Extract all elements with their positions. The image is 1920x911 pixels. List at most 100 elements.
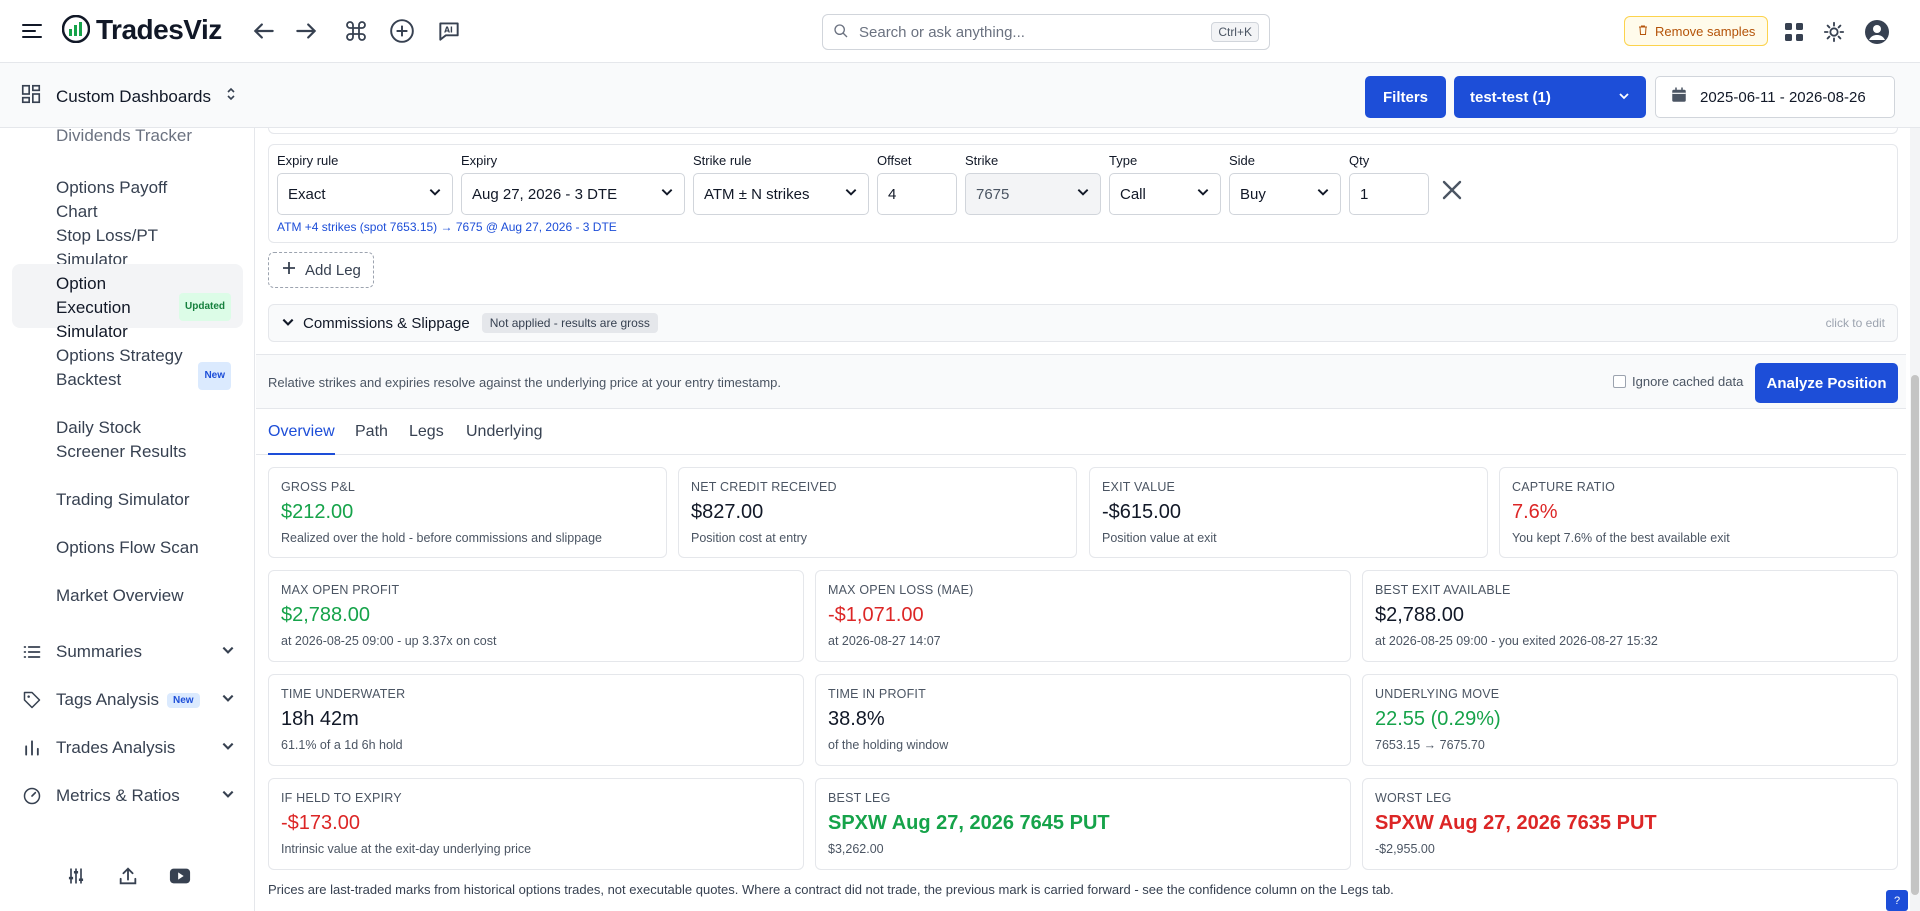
hamburger-menu-icon[interactable] [20, 19, 44, 43]
card-subtext: Position cost at entry [691, 531, 808, 545]
date-range-picker[interactable]: 2025-06-11 - 2026-08-26 [1655, 76, 1895, 118]
ai-chat-icon[interactable]: AI [435, 17, 463, 45]
remove-samples-button[interactable]: Remove samples [1624, 16, 1769, 46]
remove-leg-close-icon[interactable] [1437, 175, 1467, 205]
card-value: SPXW Aug 27, 2026 7645 PUT [828, 812, 1110, 834]
gauge-icon [20, 784, 44, 808]
checkbox-box[interactable] [1613, 375, 1626, 388]
card-subtext: at 2026-08-25 09:00 - up 3.37x on cost [281, 634, 497, 648]
back-arrow-icon[interactable] [250, 17, 278, 45]
dashboard-grid-icon [20, 83, 42, 110]
exit-value-card: EXIT VALUE -$615.00 Position value at ex… [1089, 467, 1488, 558]
apps-grid-icon[interactable] [1781, 19, 1807, 45]
chevron-down-icon [1196, 185, 1210, 203]
max-open-profit-card: MAX OPEN PROFIT $2,788.00 at 2026-08-25 … [268, 570, 804, 662]
sidebar-group-label: Tags Analysis [56, 690, 159, 709]
qty-input[interactable]: 1 [1349, 173, 1429, 215]
sidebar-item-dividends-tracker[interactable]: Dividends Tracker [12, 128, 243, 148]
theme-sun-icon[interactable] [1821, 19, 1847, 45]
ignore-cache-checkbox[interactable]: Ignore cached data [1613, 374, 1743, 389]
sidebar-item-label: Market Overview [56, 586, 184, 605]
trash-icon [1637, 24, 1649, 39]
updated-badge: Updated [179, 293, 231, 321]
card-value: $2,788.00 [1375, 604, 1464, 626]
help-icon[interactable]: ? [1886, 890, 1908, 911]
scrollbar-thumb[interactable] [1911, 375, 1919, 895]
add-leg-button[interactable]: Add Leg [268, 252, 374, 288]
logo[interactable]: TradesViz [61, 14, 222, 46]
gross-pnl-card: GROSS P&L $212.00 Realized over the hold… [268, 467, 667, 558]
settings-sliders-icon[interactable] [64, 864, 88, 888]
card-label: BEST LEG [828, 791, 891, 805]
card-value: 7.6% [1512, 501, 1558, 523]
calendar-icon [1670, 86, 1688, 108]
commissions-edit-hint: click to edit [1825, 316, 1885, 330]
search-input[interactable]: Search or ask anything... Ctrl+K [822, 14, 1270, 50]
search-icon [833, 23, 849, 42]
expiry-rule-select[interactable]: Exact [277, 173, 453, 215]
offset-input[interactable]: 4 [877, 173, 957, 215]
tab-overview[interactable]: Overview [268, 423, 335, 455]
date-range-value: 2025-06-11 - 2026-08-26 [1700, 88, 1866, 106]
card-value: SPXW Aug 27, 2026 7635 PUT [1375, 812, 1657, 834]
side-label: Side [1229, 153, 1256, 168]
upload-icon[interactable] [116, 864, 140, 888]
time-in-profit-card: TIME IN PROFIT 38.8% of the holding wind… [815, 674, 1351, 766]
sidebar-item-options-flow-scan[interactable]: Options Flow Scan [12, 536, 243, 560]
search-placeholder: Search or ask anything... [859, 23, 1025, 41]
offset-value: 4 [888, 185, 897, 203]
chevron-down-icon [1618, 89, 1630, 106]
add-circle-icon[interactable] [388, 17, 416, 45]
account-selector[interactable]: test-test (1) [1454, 76, 1646, 118]
card-label: MAX OPEN PROFIT [281, 583, 400, 597]
section-edge [268, 128, 1898, 134]
sidebar-group-tags-analysis[interactable]: Tags Analysis New [20, 685, 235, 715]
analyze-position-button[interactable]: Analyze Position [1755, 363, 1898, 403]
card-subtext: $3,262.00 [828, 842, 884, 856]
side-value: Buy [1240, 185, 1266, 203]
best-exit-card: BEST EXIT AVAILABLE $2,788.00 at 2026-08… [1362, 570, 1898, 662]
strike-value: 7675 [976, 185, 1010, 203]
strike-rule-select[interactable]: ATM ± N strikes [693, 173, 869, 215]
sidebar-group-summaries[interactable]: Summaries [20, 637, 235, 667]
forward-arrow-icon[interactable] [292, 17, 320, 45]
plus-icon [281, 260, 297, 280]
tab-path[interactable]: Path [355, 423, 388, 453]
logo-text: TradesViz [96, 14, 222, 45]
dashboard-selector[interactable]: Custom Dashboards [20, 83, 237, 110]
card-label: IF HELD TO EXPIRY [281, 791, 402, 805]
svg-text:AI: AI [444, 26, 453, 35]
tag-icon [20, 688, 44, 712]
card-subtext: Intrinsic value at the exit-day underlyi… [281, 842, 532, 856]
chevron-down-icon [221, 786, 235, 806]
sidebar-item-market-overview[interactable]: Market Overview [12, 584, 243, 608]
command-icon[interactable] [342, 17, 370, 45]
sidebar-item-option-execution-simulator[interactable]: Option Execution Simulator Updated [12, 264, 243, 341]
sidebar-group-trades-analysis[interactable]: Trades Analysis [20, 733, 235, 763]
sidebar-item-daily-stock-screener[interactable]: Daily Stock Screener Results [12, 416, 243, 464]
sidebar-item-options-strategy-backtest[interactable]: Options Strategy Backtest New [12, 344, 243, 392]
sidebar-group-metrics-ratios[interactable]: Metrics & Ratios [20, 781, 235, 811]
card-subtext: -$2,955.00 [1375, 842, 1435, 856]
expiry-select[interactable]: Aug 27, 2026 - 3 DTE [461, 173, 685, 215]
commissions-slippage-toggle[interactable]: Commissions & Slippage Not applied - res… [268, 304, 1898, 342]
filters-button[interactable]: Filters [1365, 76, 1446, 118]
youtube-icon[interactable] [168, 864, 192, 888]
analyze-note: Relative strikes and expiries resolve ag… [268, 375, 782, 390]
expiry-label: Expiry [461, 153, 498, 168]
strike-select[interactable]: 7675 [965, 173, 1101, 215]
leg-row: Expiry rule Exact Expiry Aug 27, 2026 - … [268, 144, 1898, 243]
card-value: -$615.00 [1102, 501, 1181, 523]
sidebar-item-options-payoff-chart[interactable]: Options Payoff Chart [12, 176, 243, 224]
offset-label: Offset [877, 153, 912, 168]
side-select[interactable]: Buy [1229, 173, 1341, 215]
sidebar-item-trading-simulator[interactable]: Trading Simulator [12, 488, 243, 512]
expiry-value: Aug 27, 2026 - 3 DTE [472, 185, 618, 203]
tab-legs[interactable]: Legs [409, 423, 444, 453]
user-avatar-icon[interactable] [1864, 19, 1890, 45]
chevron-down-icon [221, 642, 235, 662]
chevron-down-icon [281, 315, 295, 332]
tab-underlying[interactable]: Underlying [466, 423, 542, 453]
sidebar-item-label: Options Strategy Backtest [56, 346, 183, 389]
type-select[interactable]: Call [1109, 173, 1221, 215]
